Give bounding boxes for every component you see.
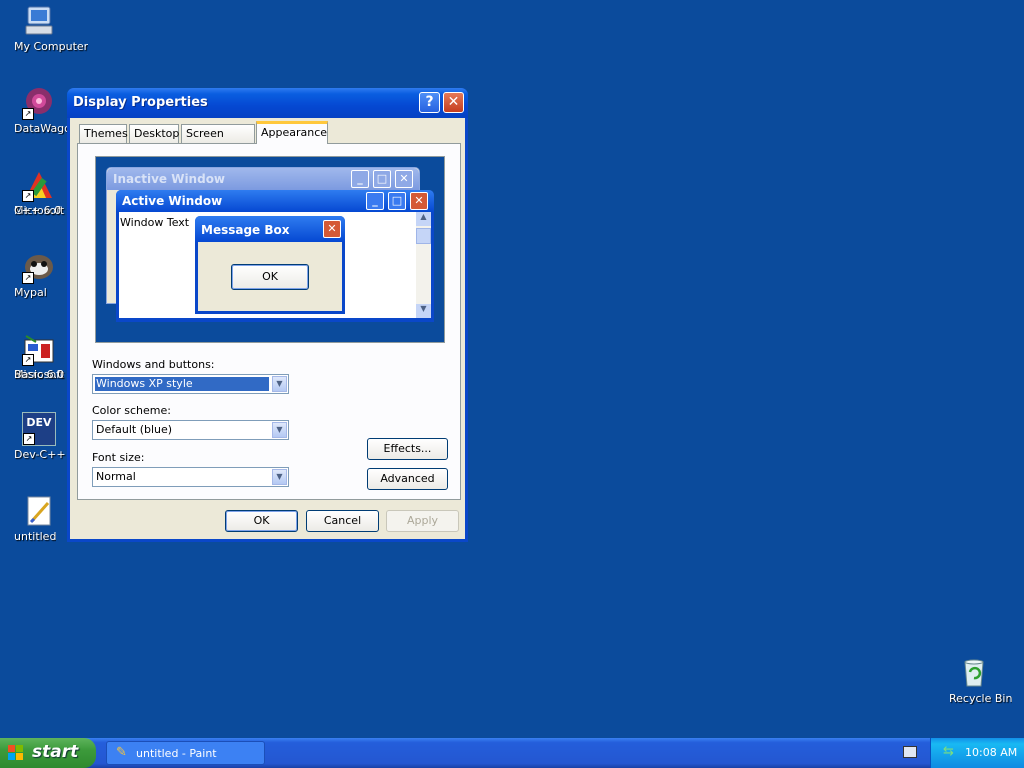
network-icon[interactable]: ⇆: [943, 744, 954, 759]
icon-label: My Computer: [14, 40, 89, 53]
preview-message-titlebar: Message Box ✕: [195, 216, 345, 242]
ok-button[interactable]: OK: [225, 510, 298, 532]
taskbar: start ✎ untitled - Paint ⇆ 10:08 AM: [0, 738, 1024, 768]
preview-message-box: Message Box ✕ OK: [195, 216, 345, 314]
windows-logo-icon: [8, 745, 23, 760]
chevron-down-icon[interactable]: ▼: [272, 469, 287, 485]
scroll-thumb: [416, 228, 431, 244]
preview-ok-button: OK: [231, 264, 309, 290]
desktop-icon-my-computer[interactable]: My Computer: [0, 4, 88, 53]
dev-cpp-icon: DEV ↗: [22, 412, 56, 446]
chevron-down-icon[interactable]: ▼: [272, 376, 287, 392]
close-icon: ✕: [395, 170, 413, 188]
desktop-icon-recycle-bin[interactable]: Recycle Bin: [935, 656, 1013, 705]
preview-active-titlebar: Active Window _ □ ✕: [116, 190, 434, 212]
close-icon: ✕: [410, 192, 428, 210]
paint-file-icon: [22, 494, 56, 528]
shortcut-arrow-icon: ↗: [22, 108, 34, 120]
preview-message-body: OK: [198, 242, 342, 311]
appearance-preview: Inactive Window _ □ ✕ Active Window _ □ …: [95, 156, 445, 343]
dev-cpp-badge: DEV: [26, 416, 52, 429]
font-size-value: Normal: [96, 470, 136, 483]
icon-label: Recycle Bin: [949, 692, 1013, 705]
windows-buttons-select[interactable]: Windows XP style ▼: [92, 374, 289, 394]
color-scheme-label: Color scheme:: [92, 404, 171, 417]
tab-appearance[interactable]: Appearance: [256, 121, 328, 144]
maximize-icon: □: [388, 192, 406, 210]
close-icon: ✕: [323, 220, 341, 238]
taskbar-item-paint[interactable]: ✎ untitled - Paint: [106, 741, 265, 765]
shortcut-arrow-icon: ↗: [23, 433, 35, 445]
scroll-down-icon: ▼: [416, 304, 431, 318]
preview-inactive-title: Inactive Window: [113, 172, 226, 186]
start-button[interactable]: start: [0, 738, 96, 768]
visual-basic-icon: ↗: [22, 332, 56, 366]
color-scheme-value: Default (blue): [96, 423, 173, 436]
minimize-icon: _: [366, 192, 384, 210]
shortcut-arrow-icon: ↗: [22, 190, 34, 202]
display-properties-window: Display Properties ? ✕ Themes Desktop Sc…: [67, 88, 468, 542]
font-size-select[interactable]: Normal ▼: [92, 467, 289, 487]
title-bar[interactable]: Display Properties ? ✕: [67, 88, 468, 118]
preview-active-title: Active Window: [122, 194, 223, 208]
preview-message-title: Message Box: [201, 223, 290, 237]
shortcut-arrow-icon: ↗: [22, 354, 34, 366]
windows-buttons-label: Windows and buttons:: [92, 358, 215, 371]
effects-button[interactable]: Effects...: [367, 438, 448, 460]
help-button[interactable]: ?: [419, 92, 440, 113]
icon-label: Dev-C++: [14, 448, 66, 461]
windows-buttons-value: Windows XP style: [96, 377, 193, 390]
window-title: Display Properties: [73, 95, 208, 110]
close-button[interactable]: ✕: [443, 92, 464, 113]
chevron-down-icon[interactable]: ▼: [272, 422, 287, 438]
maximize-icon: □: [373, 170, 391, 188]
preview-window-text: Window Text: [120, 216, 190, 229]
paint-app-icon: ✎: [116, 745, 127, 760]
tab-themes[interactable]: Themes: [79, 124, 128, 143]
shortcut-arrow-icon: ↗: [22, 272, 34, 284]
my-computer-icon: [22, 4, 56, 38]
icon-label: Mypal: [14, 286, 47, 299]
apply-button[interactable]: Apply: [386, 510, 459, 532]
start-label: start: [32, 742, 79, 762]
minimize-icon: _: [351, 170, 369, 188]
datawagon-icon: ↗: [22, 86, 56, 120]
color-scheme-select[interactable]: Default (blue) ▼: [92, 420, 289, 440]
icon-label-line2: Basic 6.0: [14, 368, 65, 381]
mypal-icon: ↗: [22, 250, 56, 284]
taskbar-item-label: untitled - Paint: [136, 747, 217, 760]
tab-screen-saver[interactable]: Screen Saver: [181, 124, 255, 158]
preview-scrollbar: ▲ ▼: [416, 212, 431, 318]
visual-cpp-icon: ↗: [22, 168, 56, 202]
scroll-up-icon: ▲: [416, 212, 431, 226]
clock[interactable]: 10:08 AM: [965, 746, 1017, 759]
icon-label-line2: C++ 6.0: [14, 204, 62, 217]
appearance-panel: Inactive Window _ □ ✕ Active Window _ □ …: [77, 143, 461, 500]
tab-desktop[interactable]: Desktop: [129, 124, 179, 143]
icon-label: untitled: [14, 530, 57, 543]
cancel-button[interactable]: Cancel: [306, 510, 379, 532]
keyboard-icon[interactable]: [903, 746, 917, 758]
font-size-label: Font size:: [92, 451, 145, 464]
dialog-client-area: Themes Desktop Screen Saver Appearance I…: [70, 118, 465, 539]
preview-inactive-titlebar: Inactive Window _ □ ✕: [107, 168, 419, 190]
system-tray: ⇆ 10:08 AM: [930, 738, 1024, 768]
advanced-button[interactable]: Advanced: [367, 468, 448, 490]
recycle-bin-icon: [957, 656, 991, 690]
